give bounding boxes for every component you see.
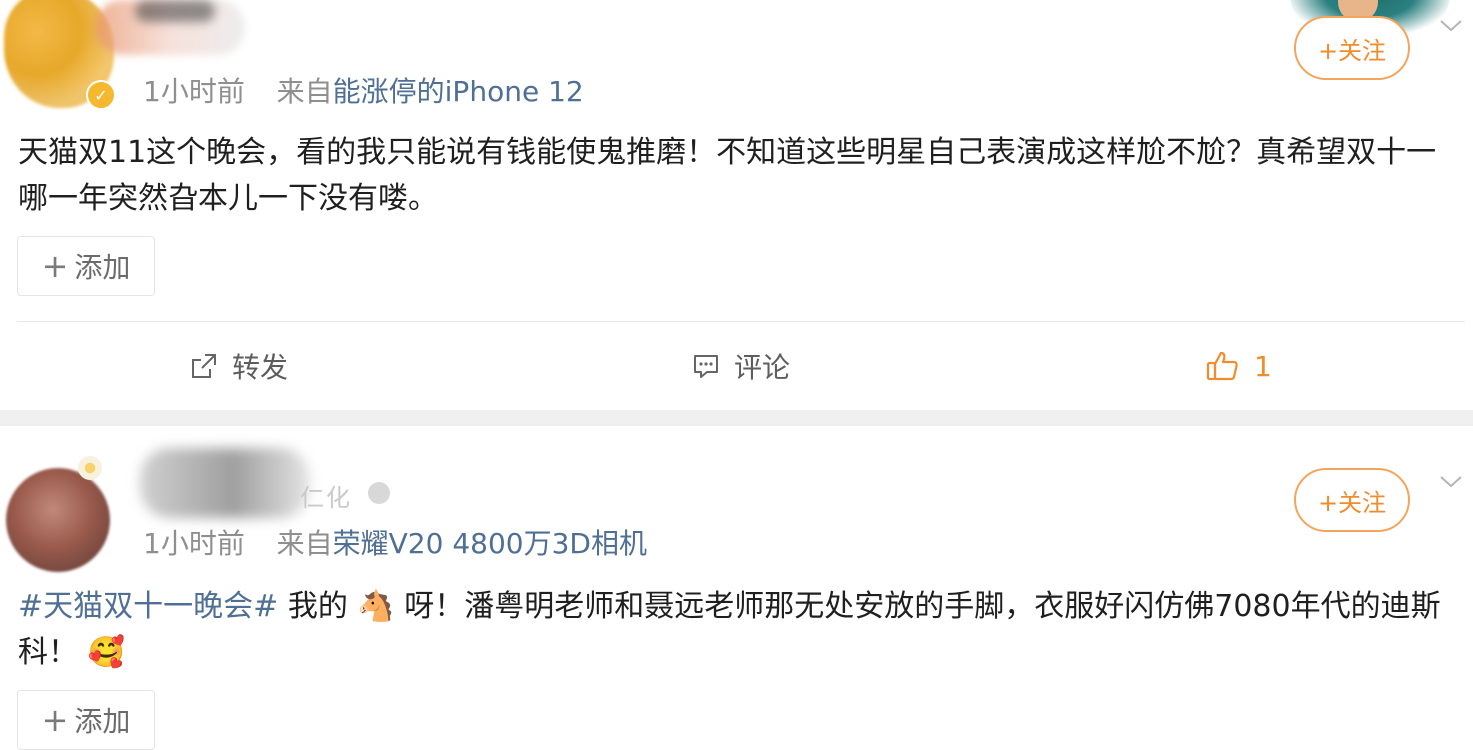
- post-source[interactable]: 荣耀V20 4800万3D相机: [333, 527, 647, 560]
- add-label: 添加: [74, 705, 131, 738]
- comment-button[interactable]: 评论: [692, 346, 790, 386]
- repost-button[interactable]: 转发: [190, 346, 288, 386]
- post-source[interactable]: 能涨停的iPhone 12: [333, 75, 584, 108]
- comment-label: 评论: [734, 351, 791, 384]
- add-button[interactable]: + 添加: [17, 236, 155, 296]
- post-content: 天猫双11这个晚会，看的我只能说有钱能使鬼推磨！不知道这些明星自己表演成这样尬不…: [18, 135, 1437, 216]
- repost-label: 转发: [232, 351, 289, 384]
- post-card: ✓ 1小时前 来自能涨停的iPhone 12 +关注 天猫双11这个晚会，看的我…: [0, 0, 1473, 410]
- horse-emoji-icon: 🐴: [357, 589, 395, 624]
- chevron-down-icon[interactable]: [1438, 12, 1464, 38]
- follow-button[interactable]: +关注: [1294, 16, 1410, 80]
- follow-label: +关注: [1317, 488, 1387, 517]
- add-button[interactable]: + 添加: [17, 690, 155, 750]
- verified-badge-icon: ✓: [86, 80, 116, 110]
- action-bar: 转发 评论 1: [0, 322, 1473, 410]
- post-content: #天猫双十一晚会# 我的 🐴 呀！潘粤明老师和聂远老师那无处安放的手脚，衣服好闪…: [18, 584, 1463, 676]
- repost-icon: [192, 354, 216, 378]
- like-button[interactable]: 1: [1206, 346, 1272, 386]
- username-redacted: [140, 448, 310, 518]
- plus-icon: +: [41, 247, 69, 285]
- post-meta: 1小时前 来自能涨停的iPhone 12: [143, 70, 584, 110]
- follow-button[interactable]: +关注: [1294, 468, 1410, 532]
- avatar[interactable]: [6, 468, 110, 572]
- feed-separator: [0, 410, 1473, 426]
- post-card: 仁化 1小时前 来自荣耀V20 4800万3D相机 +关注 #天猫双十一晚会# …: [0, 426, 1473, 750]
- post-text-part: 我的: [278, 589, 358, 624]
- post-time: 1小时前: [143, 527, 245, 560]
- follow-label: +关注: [1317, 36, 1387, 65]
- chevron-down-icon[interactable]: [1438, 468, 1464, 494]
- smiling-face-emoji-icon: 🥰: [87, 635, 125, 670]
- plus-icon: +: [41, 701, 69, 739]
- add-label: 添加: [74, 251, 131, 284]
- comment-icon: [694, 355, 718, 378]
- hashtag-link[interactable]: #天猫双十一晚会#: [18, 589, 278, 624]
- thumbs-up-icon: [1206, 351, 1238, 381]
- post-source-prefix: 来自: [276, 75, 333, 108]
- avatar-flower-badge: [78, 456, 102, 480]
- post-meta: 1小时前 来自荣耀V20 4800万3D相机: [143, 522, 647, 562]
- username-fragment: 仁化: [300, 484, 352, 512]
- username-redacted-dark: [135, 0, 215, 22]
- post-source-prefix: 来自: [276, 527, 333, 560]
- like-count: 1: [1254, 349, 1272, 383]
- user-level-icon: [368, 482, 390, 504]
- post-time: 1小时前: [143, 75, 245, 108]
